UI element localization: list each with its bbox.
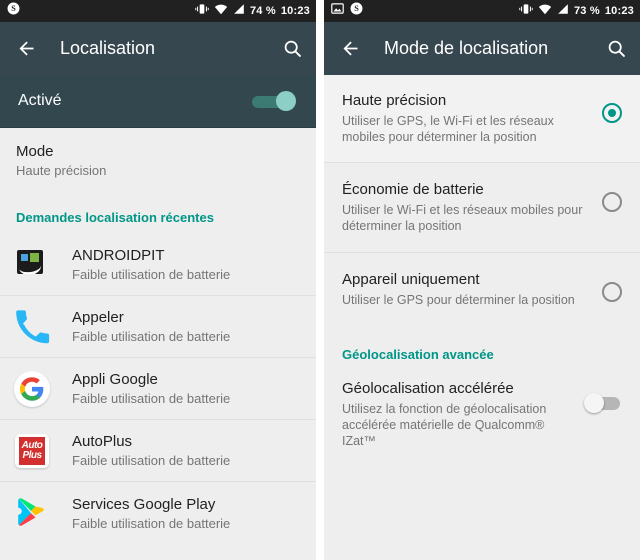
option-title: Économie de batterie bbox=[342, 181, 484, 198]
app-battery-usage: Faible utilisation de batterie bbox=[72, 391, 231, 406]
page-title: Mode de localisation bbox=[384, 38, 549, 58]
dual-screenshot-container: S 74 % 10:23 Localisation Activé Mode Ha… bbox=[0, 0, 640, 560]
battery-percent: 74 % bbox=[249, 5, 276, 17]
svg-text:S: S bbox=[11, 4, 16, 13]
option-description: Utilisez la fonction de géolocalisation … bbox=[342, 402, 547, 448]
skype-icon: S bbox=[7, 2, 20, 20]
app-battery-usage: Faible utilisation de batterie bbox=[72, 453, 231, 468]
app-battery-usage: Faible utilisation de batterie bbox=[72, 267, 231, 282]
location-mode-options-list: Haute précision Utiliser le GPS, le Wi-F… bbox=[324, 75, 640, 560]
app-name: Appli Google bbox=[72, 371, 158, 388]
phone-icon bbox=[14, 309, 50, 345]
app-name: AutoPlus bbox=[72, 433, 133, 450]
right-status-system-icons: 73 % 10:23 bbox=[519, 0, 634, 22]
toggle-thumb bbox=[584, 393, 604, 413]
left-phone-screen: S 74 % 10:23 Localisation Activé Mode Ha… bbox=[0, 0, 316, 560]
option-description: Utiliser le GPS pour déterminer la posit… bbox=[342, 293, 575, 307]
app-battery-usage: Faible utilisation de batterie bbox=[72, 329, 231, 344]
right-toolbar: Mode de localisation bbox=[324, 22, 640, 75]
page-title: Localisation bbox=[60, 38, 156, 58]
battery-percent: 73 % bbox=[573, 5, 600, 17]
option-device-only[interactable]: Appareil uniquement Utiliser le GPS pour… bbox=[324, 253, 640, 328]
right-status-bar: S 73 % 10:23 bbox=[324, 0, 640, 22]
vibrate-icon bbox=[195, 2, 209, 20]
location-toggle-switch[interactable] bbox=[250, 90, 296, 112]
app-battery-usage: Faible utilisation de batterie bbox=[72, 515, 231, 531]
accelerated-location-toggle[interactable] bbox=[576, 393, 622, 413]
list-item[interactable]: Appli Google Faible utilisation de batte… bbox=[0, 358, 316, 420]
location-switch-label: Activé bbox=[18, 92, 62, 109]
mode-row-subtitle: Haute précision bbox=[16, 163, 107, 178]
signal-icon bbox=[557, 2, 569, 20]
right-status-notification-icons: S bbox=[331, 2, 363, 20]
left-toolbar: Localisation bbox=[0, 22, 316, 75]
left-status-bar: S 74 % 10:23 bbox=[0, 0, 316, 22]
mode-row-title: Mode bbox=[16, 143, 54, 160]
toggle-thumb bbox=[276, 91, 296, 111]
search-icon[interactable] bbox=[604, 37, 628, 61]
option-description: Utiliser le GPS, le Wi-Fi et les réseaux… bbox=[342, 114, 554, 144]
mode-row[interactable]: Mode Haute précision bbox=[0, 128, 316, 195]
list-item[interactable]: ANDROIDPIT Faible utilisation de batteri… bbox=[0, 234, 316, 296]
right-phone-screen: S 73 % 10:23 Mode de localisation Haute … bbox=[324, 0, 640, 560]
recent-requests-section-header: Demandes localisation récentes bbox=[0, 195, 316, 234]
location-master-switch-row[interactable]: Activé bbox=[0, 75, 316, 128]
back-arrow-icon[interactable] bbox=[14, 37, 38, 61]
location-services-section-header: Services de localisation bbox=[0, 544, 316, 560]
wifi-icon bbox=[538, 2, 552, 20]
option-title: Haute précision bbox=[342, 92, 447, 109]
option-title: Géolocalisation accélérée bbox=[342, 380, 514, 397]
left-status-notification-icons: S bbox=[7, 2, 20, 20]
autoplus-icon: Auto Plus bbox=[14, 433, 50, 469]
app-name: ANDROIDPIT bbox=[72, 247, 165, 264]
androidpit-icon bbox=[14, 247, 50, 283]
google-icon bbox=[14, 370, 50, 407]
advanced-section-label: Géolocalisation avancée bbox=[342, 347, 494, 362]
search-icon[interactable] bbox=[280, 37, 304, 61]
radio-high-accuracy[interactable] bbox=[602, 103, 622, 123]
option-battery-saving[interactable]: Économie de batterie Utiliser le Wi-Fi e… bbox=[324, 163, 640, 253]
wifi-icon bbox=[214, 2, 228, 20]
screen-divider bbox=[316, 0, 324, 560]
recent-requests-header-label: Demandes localisation récentes bbox=[16, 210, 214, 225]
skype-icon: S bbox=[350, 2, 363, 20]
list-item[interactable]: Services Google Play Faible utilisation … bbox=[0, 482, 316, 544]
svg-text:S: S bbox=[354, 4, 359, 13]
signal-icon bbox=[233, 2, 245, 20]
left-settings-list: Mode Haute précision Demandes localisati… bbox=[0, 128, 316, 560]
radio-battery-saving[interactable] bbox=[602, 192, 622, 212]
left-status-system-icons: 74 % 10:23 bbox=[195, 0, 310, 22]
option-accelerated-location[interactable]: Géolocalisation accélérée Utilisez la fo… bbox=[324, 370, 640, 465]
radio-device-only[interactable] bbox=[602, 282, 622, 302]
option-high-accuracy[interactable]: Haute précision Utiliser le GPS, le Wi-F… bbox=[324, 75, 640, 163]
vibrate-icon bbox=[519, 2, 533, 20]
advanced-section-header: Géolocalisation avancée bbox=[324, 328, 640, 370]
list-bottom-spacer bbox=[324, 465, 640, 560]
option-title: Appareil uniquement bbox=[342, 271, 480, 288]
back-arrow-icon[interactable] bbox=[338, 37, 362, 61]
google-play-services-icon bbox=[14, 495, 50, 531]
screenshot-icon bbox=[331, 2, 344, 20]
app-name: Services Google Play bbox=[72, 495, 216, 513]
clock: 10:23 bbox=[604, 5, 634, 17]
list-item[interactable]: Appeler Faible utilisation de batterie bbox=[0, 296, 316, 358]
list-item[interactable]: Auto Plus AutoPlus Faible utilisation de … bbox=[0, 420, 316, 482]
app-name: Appeler bbox=[72, 309, 124, 326]
clock: 10:23 bbox=[280, 5, 310, 17]
option-description: Utiliser le Wi-Fi et les réseaux mobiles… bbox=[342, 203, 583, 233]
